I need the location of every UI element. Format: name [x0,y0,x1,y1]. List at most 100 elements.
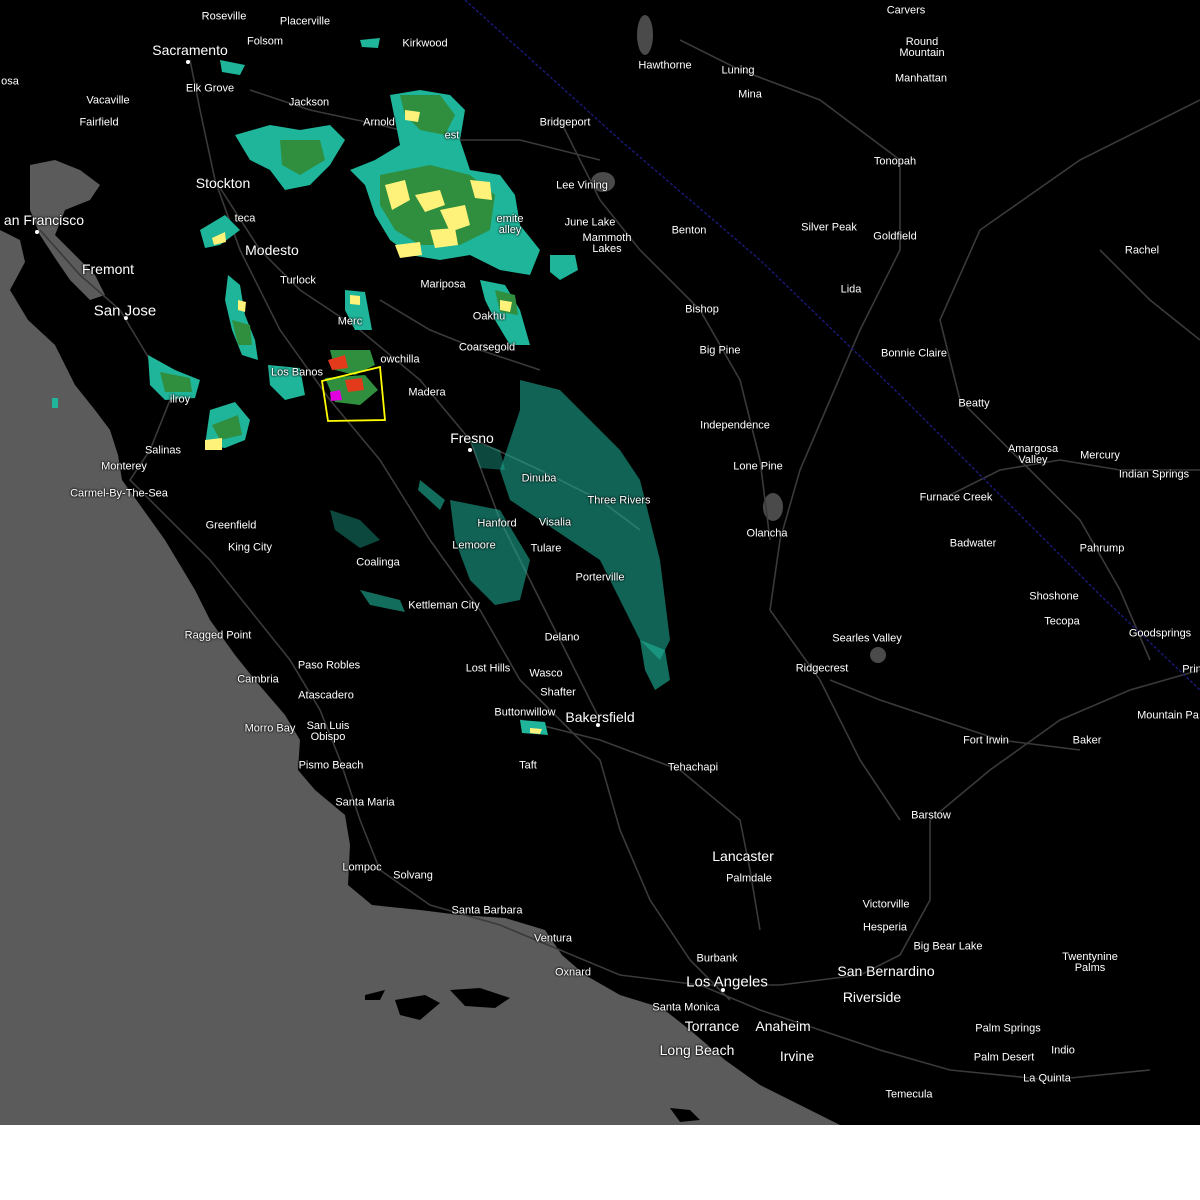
place-label-chowchilla: owchilla [380,353,420,366]
place-label-delano: Delano [544,631,580,644]
place-label-lida: Lida [840,283,862,296]
place-label-los-banos: Los Banos [271,366,323,379]
place-label-visalia: Visalia [538,516,572,529]
place-label-la-quinta: La Quinta [1023,1072,1071,1085]
place-label-san-bernardino: San Bernardino [837,963,935,979]
place-label-fremont: Fremont [81,261,135,277]
place-label-lemoore: Lemoore [452,539,496,552]
place-label-lancaster: Lancaster [712,848,774,864]
place-label-baker: Baker [1072,734,1102,747]
place-label-santa-maria: Santa Maria [335,796,395,809]
place-label-pahrump: Pahrump [1079,542,1125,555]
place-label-elk-grove: Elk Grove [185,82,235,95]
place-label-tecopa: Tecopa [1044,615,1080,628]
place-label-sacramento: Sacramento [152,42,228,58]
place-label-manteca: teca [234,212,256,225]
place-label-ridgecrest: Ridgecrest [795,662,849,675]
place-label-mariposa: Mariposa [420,278,466,291]
place-label-lone-pine: Lone Pine [733,460,783,473]
place-label-mercury: Mercury [1080,449,1120,462]
place-label-wasco: Wasco [529,667,563,680]
place-label-placerville: Placerville [279,15,331,28]
place-label-kettleman-city: Kettleman City [408,599,480,612]
place-label-fairfield: Fairfield [79,116,119,129]
place-label-san-francisco: an Francisco [3,212,85,228]
place-label-stockton: Stockton [195,175,251,191]
place-label-hesperia: Hesperia [862,921,908,934]
place-label-independence: Independence [700,419,770,432]
place-label-fort-irwin: Fort Irwin [963,734,1009,747]
place-label-palm-springs: Palm Springs [975,1022,1041,1035]
footer-area [0,1125,1200,1200]
place-label-furnace-creek: Furnace Creek [919,491,993,504]
place-label-oxnard: Oxnard [554,966,592,979]
place-label-big-bear-lake: Big Bear Lake [913,940,983,953]
place-label-ventura: Ventura [534,932,572,945]
place-label-ragged-point: Ragged Point [184,629,252,642]
place-label-turlock: Turlock [280,274,316,287]
place-label-hanford: Hanford [477,517,517,530]
place-label-burbank: Burbank [696,952,738,965]
place-label-bonnie-claire: Bonnie Claire [880,347,948,360]
place-label-irvine: Irvine [779,1048,815,1064]
place-label-arnold: Arnold [363,116,395,129]
place-label-kirkwood: Kirkwood [402,37,448,50]
place-label-jackson: Jackson [288,96,330,109]
place-label-olancha: Olancha [746,527,788,540]
place-label-riverside: Riverside [842,989,902,1005]
place-label-los-angeles: Los Angeles [686,973,768,991]
place-label-cambria: Cambria [237,673,279,686]
place-label-goldfield: Goldfield [873,230,917,243]
place-label-solvang: Solvang [393,869,433,882]
place-label-king-city: King City [227,541,273,554]
place-label-shoshone: Shoshone [1029,590,1079,603]
place-label-round-mountain: Round Mountain [899,36,945,59]
place-label-palmdale: Palmdale [726,872,772,885]
place-label-vacaville: Vacaville [86,94,130,107]
place-label-shafter: Shafter [540,686,576,699]
place-label-beatty: Beatty [958,397,990,410]
place-label-bridgeport: Bridgeport [539,116,591,129]
map-canvas[interactable] [0,0,1200,1125]
place-label-goodsprings: Goodsprings [1128,627,1192,640]
place-label-roseville: Roseville [201,10,247,23]
place-label-rachel: Rachel [1124,244,1160,257]
place-label-greenfield: Greenfield [205,519,257,532]
place-label-benton: Benton [671,224,707,237]
place-label-forest: est [444,129,460,142]
place-label-lost-hills: Lost Hills [465,662,511,675]
place-label-long-beach: Long Beach [659,1042,735,1058]
place-label-rosa: osa [1,75,19,88]
place-label-indian-springs: Indian Springs [1118,468,1190,481]
place-label-fresno: Fresno [450,430,494,446]
place-label-anaheim: Anaheim [755,1018,811,1034]
radar-map[interactable]: Roseville Placerville Carvers Round Mountain… [0,0,1200,1125]
place-label-amargosa-valley: Amargosa Valley [1007,443,1059,466]
place-label-manhattan: Manhattan [895,72,947,85]
place-label-coarsegold: Coarsegold [458,341,516,354]
place-label-folsom: Folsom [246,35,284,48]
place-label-oakhurst: Oakhu [472,310,506,323]
place-label-san-luis-obispo: San Luis Obispo [306,720,350,743]
place-label-merced: Merc [337,315,363,328]
place-label-temecula: Temecula [885,1088,933,1101]
place-label-taft: Taft [519,759,537,772]
place-label-barstow: Barstow [911,809,951,822]
place-label-buttonwillow: Buttonwillow [494,706,556,719]
place-label-dinuba: Dinuba [521,472,557,485]
place-label-santa-monica: Santa Monica [652,1001,720,1014]
place-label-santa-barbara: Santa Barbara [451,904,523,917]
place-label-primm: Prin [1182,663,1200,676]
place-label-tehachapi: Tehachapi [667,761,719,774]
place-label-modesto: Modesto [245,242,299,258]
place-label-mina: Mina [738,88,762,101]
place-label-torrance: Torrance [684,1018,740,1034]
place-label-big-pine: Big Pine [699,344,741,357]
place-label-mountain-pass: Mountain Pa [1137,709,1199,722]
place-label-victorville: Victorville [862,898,910,911]
place-label-tulare: Tulare [530,542,562,555]
place-label-coalinga: Coalinga [356,556,400,569]
place-label-pismo-beach: Pismo Beach [298,759,364,772]
place-label-bakersfield: Bakersfield [565,709,635,725]
place-label-lee-vining: Lee Vining [556,179,608,192]
